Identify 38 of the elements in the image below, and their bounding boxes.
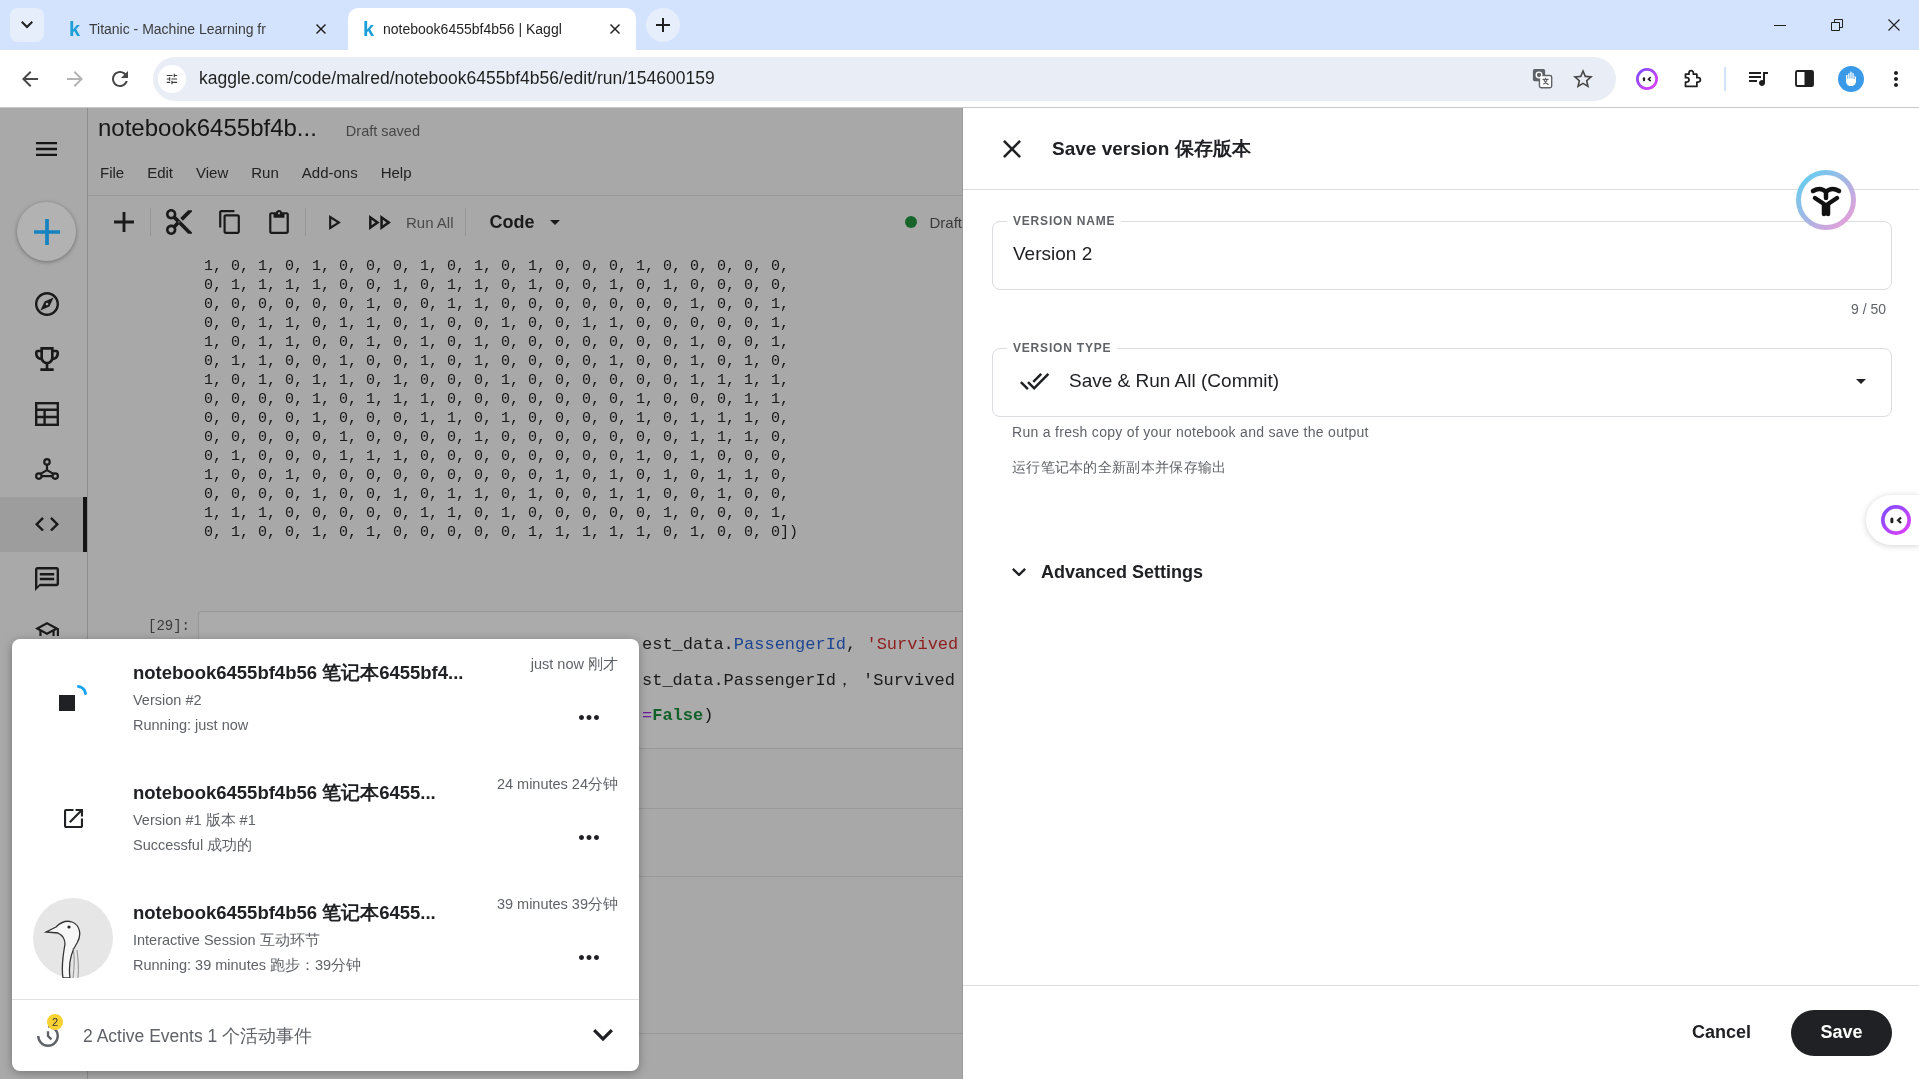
event-detail: Running: 39 minutes 跑步：39分钟 — [133, 956, 362, 975]
event-detail: Interactive Session 互动环节 — [133, 931, 320, 950]
output-line: 0, 0, 0, 0, 0, 0, 1, 0, 0, 1, 1, 0, 0, 0, 0, 0, 0, 0, 1, 0, 0, 1, — [204, 295, 790, 314]
event-detail: Version #1 版本 #1 — [133, 811, 256, 830]
output-line: 1, 0, 1, 1, 0, 0, 1, 0, 1, 0, 1, 0, 0, 0, 0, 0, 0, 0, 1, 0, 0, 1, — [204, 333, 790, 352]
output-line: 0, 0, 0, 0, 1, 0, 0, 1, 0, 1, 1, 0, 1, 0, 0, 1, 1, 0, 0, 1, 0, 0, — [204, 485, 790, 504]
event-time: just now 刚才 — [530, 655, 618, 674]
event-detail: Successful 成功的 — [133, 836, 253, 855]
help-text: Run a fresh copy of your notebook and save the output — [1012, 424, 1369, 440]
output-line: 0, 1, 0, 0, 0, 1, 1, 1, 0, 0, 0, 0, 0, 0, 0, 0, 1, 0, 1, 0, 0, 0, — [204, 447, 790, 466]
event-time: 24 minutes 24分钟 — [496, 775, 618, 794]
output-line: 0, 1, 1, 0, 0, 1, 0, 0, 1, 0, 1, 0, 0, 0, 0, 1, 0, 0, 1, 0, 1, 0, — [204, 352, 790, 371]
code-line: est_data.PassengerId, 'Survived — [642, 634, 959, 656]
character-counter: 9 / 50 — [1850, 300, 1886, 318]
site-favicon: k — [363, 19, 375, 39]
panel-title: Save version 保存版本 — [1052, 136, 1251, 161]
field-label: VERSION TYPE — [1012, 340, 1113, 356]
output-line: 0, 0, 0, 0, 0, 1, 0, 0, 0, 0, 1, 0, 0, 0, 0, 0, 0, 0, 1, 1, 1, 0, — [204, 428, 790, 447]
code-line: st_data.PassengerId， 'Survived — [642, 669, 955, 692]
output-line: 1, 0, 1, 0, 1, 1, 0, 1, 0, 0, 0, 1, 0, 0, 0, 0, 0, 0, 1, 1, 1, 1, — [204, 371, 790, 390]
event-time: 39 minutes 39分钟 — [496, 895, 618, 914]
count-badge: 2 — [47, 1013, 63, 1030]
output-line: 1, 0, 0, 1, 0, 0, 0, 0, 0, 0, 0, 0, 0, 1, 0, 1, 0, 1, 0, 1, 1, 0, — [204, 466, 790, 485]
output-line: 1, 0, 1, 0, 1, 0, 0, 0, 1, 0, 1, 0, 1, 0, 0, 0, 1, 0, 0, 0, 0, 0, — [204, 257, 790, 276]
output-line: 1, 1, 1, 0, 0, 0, 0, 0, 1, 1, 0, 1, 0, 0, 0, 0, 0, 1, 0, 0, 0, 1, — [204, 504, 790, 523]
event-detail: Version #2 — [133, 691, 202, 710]
output-line: 0, 0, 0, 0, 1, 0, 0, 0, 1, 1, 0, 1, 0, 0, 0, 0, 1, 0, 1, 1, 1, 0, — [204, 409, 790, 428]
event-detail: Running: just now — [133, 716, 249, 735]
help-text: 运行笔记本的全新副本并保存输出 — [1012, 459, 1227, 475]
output-line: 0, 0, 0, 0, 1, 0, 1, 1, 1, 0, 0, 0, 0, 0, 0, 0, 1, 0, 0, 0, 1, 1, — [204, 390, 790, 409]
field-label: VERSION NAME — [1012, 213, 1117, 229]
code-line: =False) — [642, 705, 714, 727]
output-line: 0, 1, 0, 0, 1, 0, 1, 0, 0, 0, 0, 0, 1, 1, 1, 1, 1, 0, 1, 0, 0, 0]) — [204, 523, 799, 542]
save-status: Draft saved — [345, 123, 420, 139]
cell-prompt: [29]: — [147, 617, 190, 635]
output-line: 0, 1, 1, 1, 1, 0, 0, 1, 0, 1, 1, 0, 1, 0, 0, 1, 0, 1, 0, 0, 0, 0, — [204, 276, 790, 295]
output-line: 0, 0, 1, 1, 0, 1, 1, 0, 1, 0, 0, 1, 0, 0, 1, 1, 0, 0, 0, 0, 0, 1, — [204, 314, 790, 333]
site-favicon: k — [69, 19, 81, 39]
